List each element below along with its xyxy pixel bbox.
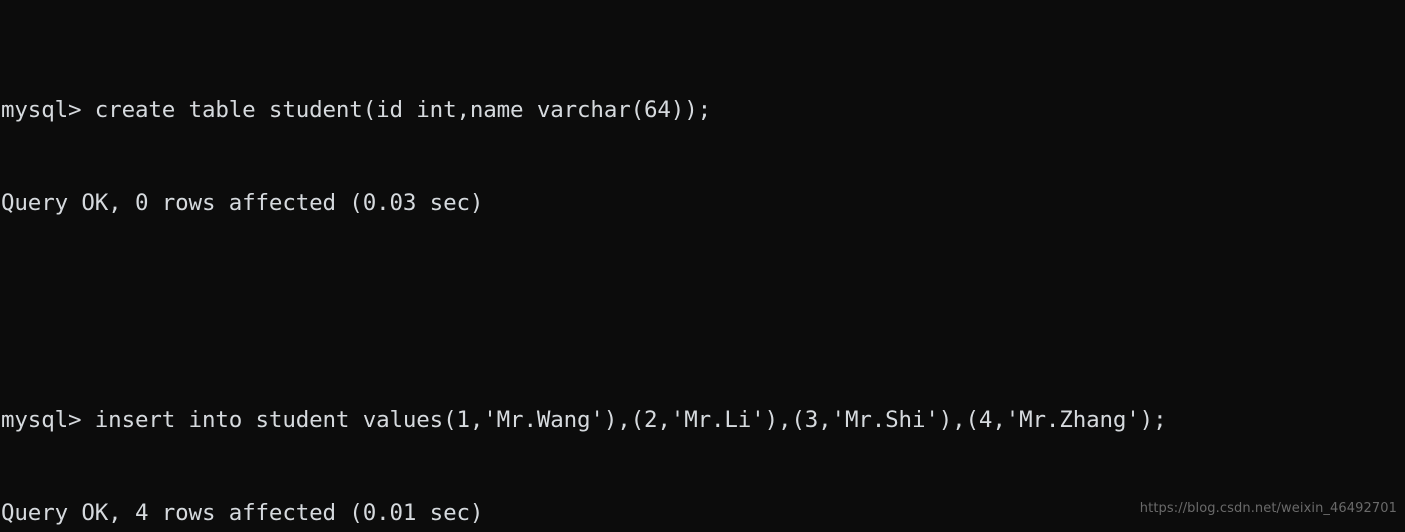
result-line-insert: Query OK, 4 rows affected (0.01 sec) [1, 500, 484, 526]
watermark-text: https://blog.csdn.net/weixin_46492701 [1139, 501, 1397, 516]
result-line-create-table: Query OK, 0 rows affected (0.03 sec) [1, 190, 484, 216]
console-output[interactable]: mysql> create table student(id int,name … [0, 0, 1167, 532]
command-line-create-table: mysql> create table student(id int,name … [1, 97, 711, 123]
terminal-window[interactable]: mysql> create table student(id int,name … [0, 0, 1405, 532]
command-line-insert: mysql> insert into student values(1,'Mr.… [1, 407, 1167, 433]
